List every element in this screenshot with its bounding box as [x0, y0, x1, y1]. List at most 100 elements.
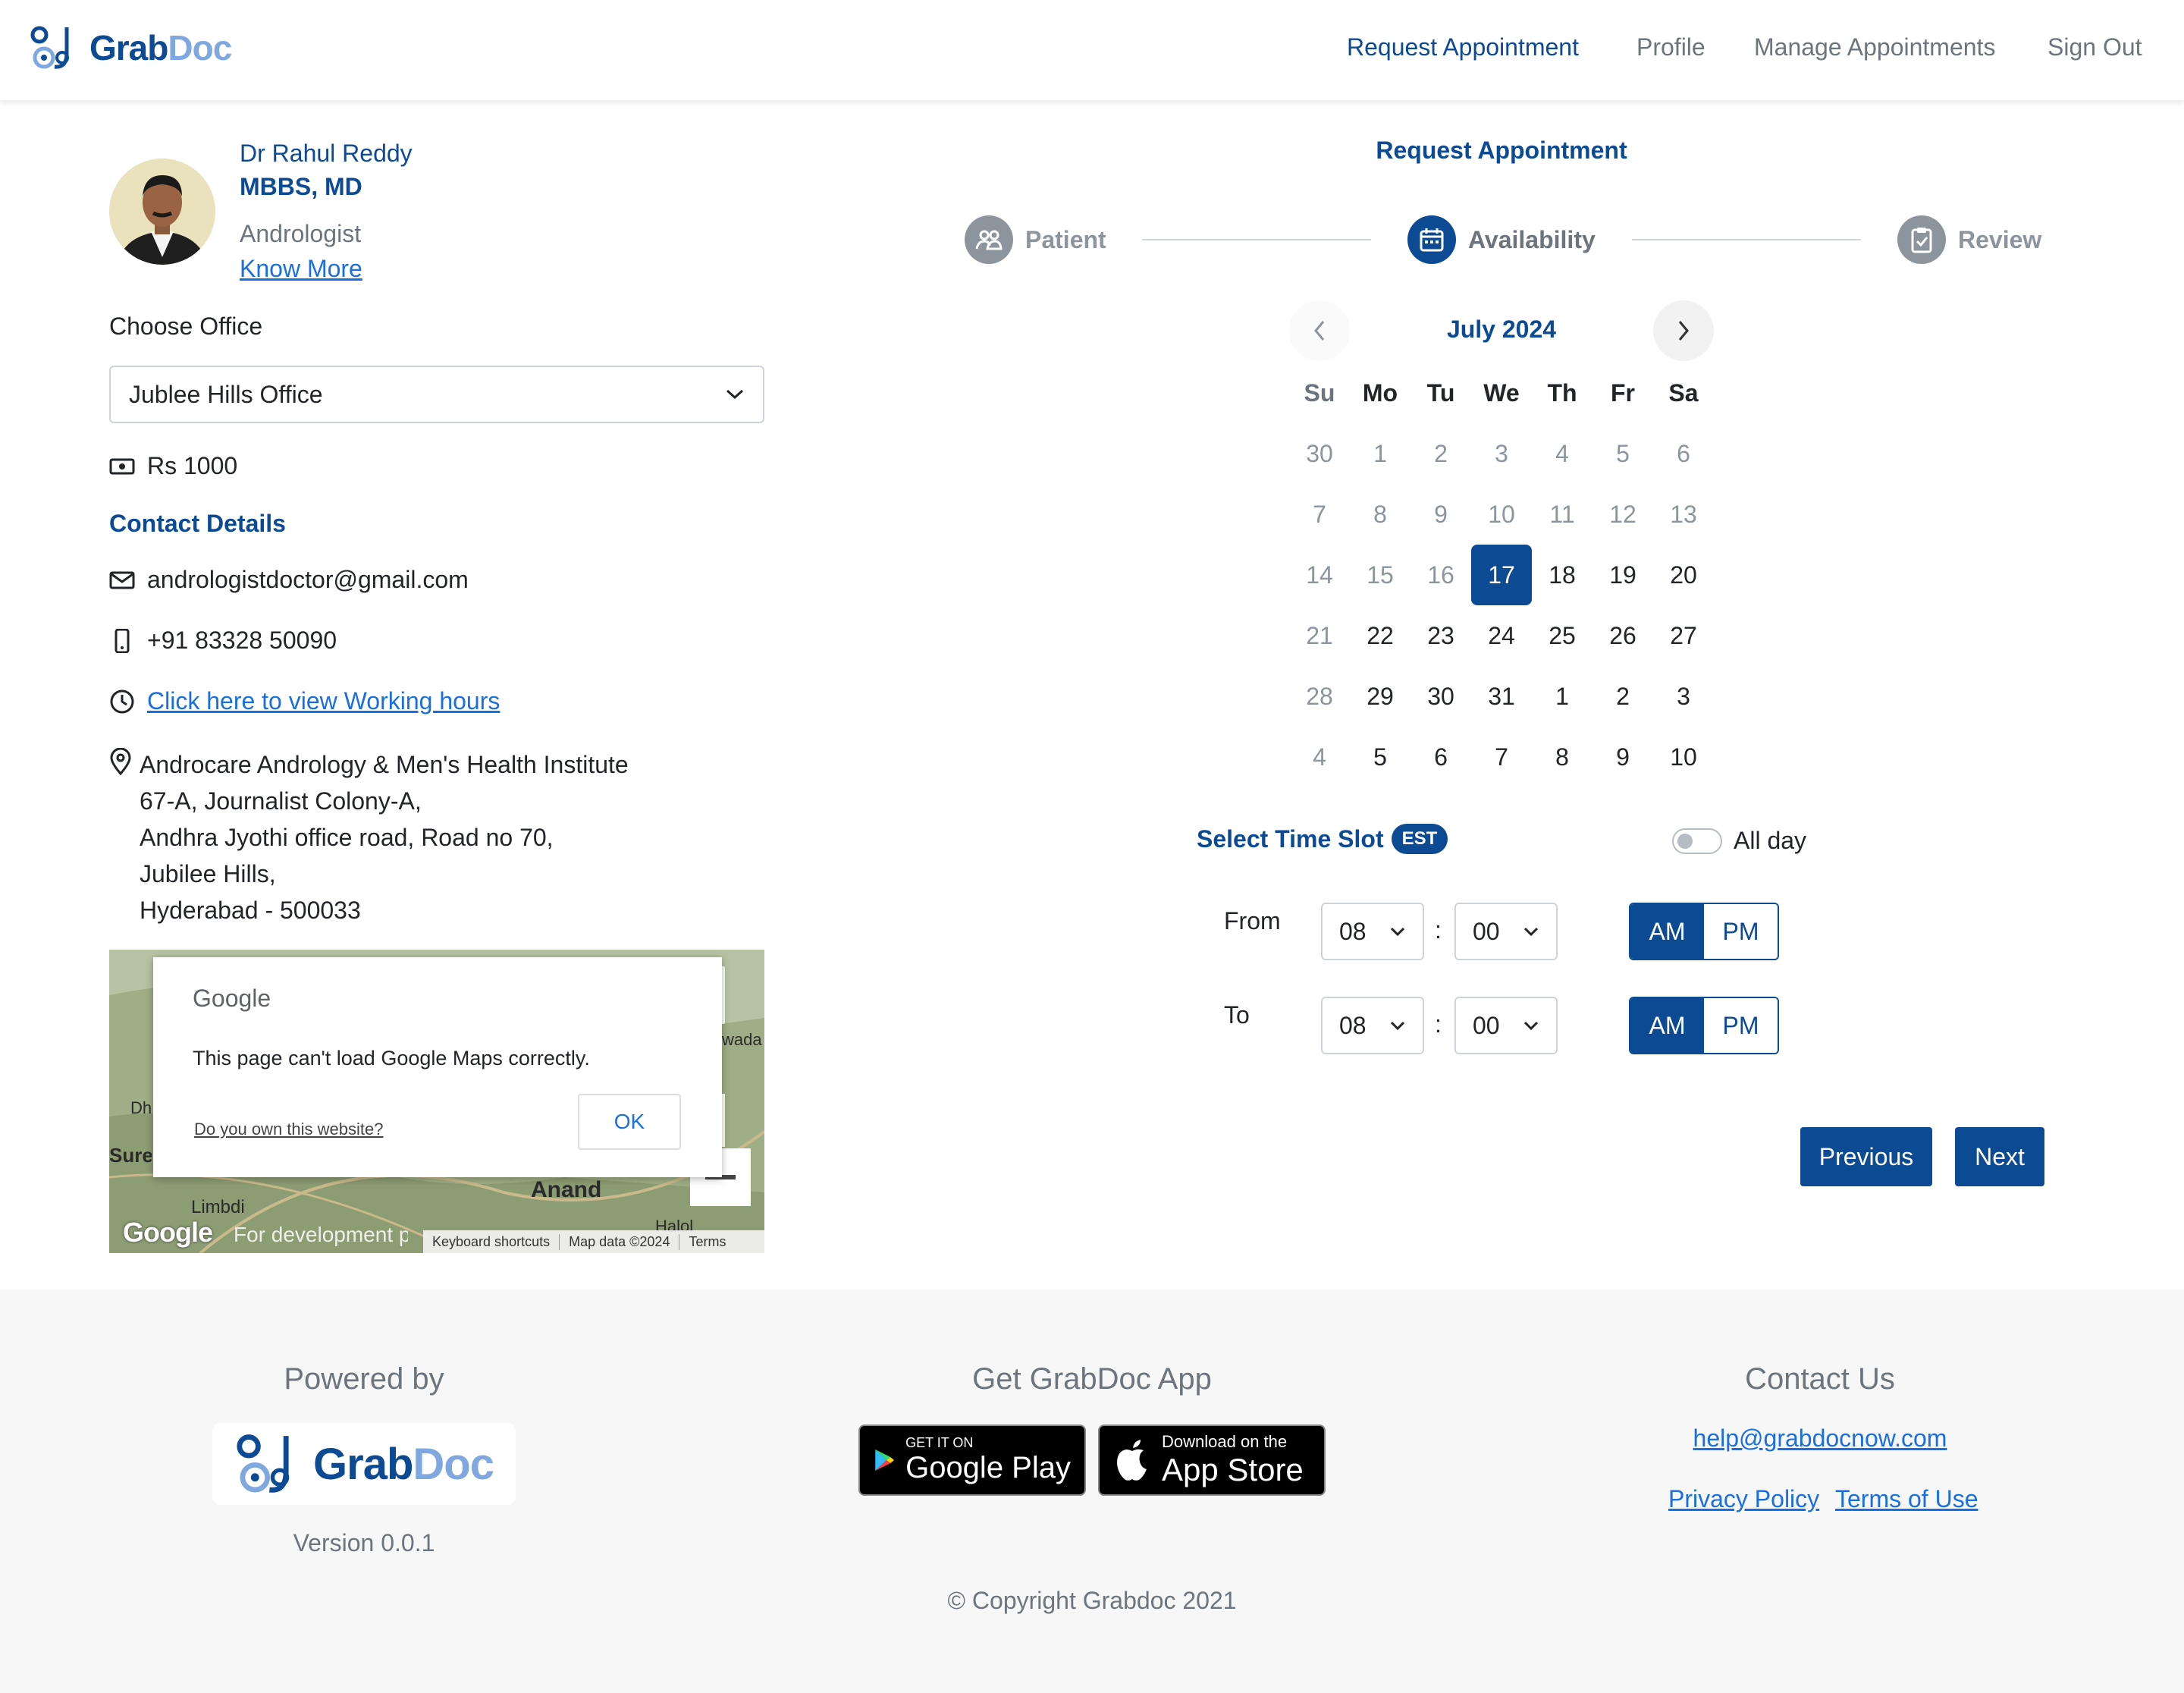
own-website-link[interactable]: Do you own this website?: [194, 1120, 383, 1139]
nav-request-appointment[interactable]: Request Appointment: [1347, 33, 1579, 61]
calendar-day-selected[interactable]: 17: [1471, 545, 1532, 605]
weekday-header: We: [1483, 378, 1520, 407]
from-pm-button[interactable]: PM: [1704, 904, 1778, 959]
calendar-day[interactable]: 3: [1653, 666, 1714, 727]
calendar-day: 8: [1373, 500, 1387, 528]
brand-part2: Doc: [413, 1439, 494, 1489]
working-hours-link[interactable]: Click here to view Working hours: [147, 687, 500, 715]
calendar-day[interactable]: 7: [1471, 727, 1532, 787]
calendar-day[interactable]: 1: [1532, 666, 1592, 727]
cash-icon: [109, 458, 135, 474]
to-hour-value: 08: [1339, 1011, 1367, 1039]
weekday-header: Su: [1304, 378, 1335, 407]
from-hour-select[interactable]: 08: [1321, 903, 1424, 960]
calendar-day: 16: [1427, 561, 1454, 589]
address-line: 67-A, Journalist Colony-A,: [140, 787, 422, 815]
calendar-day[interactable]: 30: [1410, 666, 1471, 727]
contact-details-heading: Contact Details: [109, 510, 286, 537]
doctor-phone: +91 83328 50090: [147, 627, 337, 654]
doctor-degree: MBBS, MD: [240, 173, 362, 200]
toggle-knob: [1677, 834, 1693, 849]
calendar-day: 5: [1616, 439, 1630, 467]
to-minute-select[interactable]: 00: [1454, 997, 1558, 1054]
know-more-link[interactable]: Know More: [240, 255, 362, 283]
calendar-day[interactable]: 6: [1410, 727, 1471, 787]
app-version: Version 0.0.1: [293, 1529, 435, 1556]
from-am-button[interactable]: AM: [1630, 904, 1704, 959]
calendar-day[interactable]: 18: [1532, 545, 1592, 605]
calendar-day[interactable]: 20: [1653, 545, 1714, 605]
weekday-header: Sa: [1668, 378, 1699, 407]
from-ampm-group: AM PM: [1629, 903, 1779, 960]
app-store-big: App Store: [1162, 1452, 1304, 1487]
previous-button[interactable]: Previous: [1800, 1127, 1932, 1186]
page: GrabDoc Request Appointment Profile Mana…: [0, 0, 2184, 1693]
calendar-day: 21: [1306, 621, 1333, 649]
users-icon: [975, 230, 1003, 250]
nav-manage-appointments[interactable]: Manage Appointments: [1754, 33, 1995, 61]
to-hour-select[interactable]: 08: [1321, 997, 1424, 1054]
choose-office-label: Choose Office: [109, 313, 263, 340]
get-app-heading: Get GrabDoc App: [972, 1362, 1212, 1396]
from-minute-value: 00: [1473, 917, 1500, 945]
calendar-day[interactable]: 19: [1592, 545, 1653, 605]
nav-profile[interactable]: Profile: [1636, 33, 1705, 61]
calendar-day[interactable]: 10: [1653, 727, 1714, 787]
map-place-label: Anand: [531, 1177, 602, 1202]
calendar-day[interactable]: 23: [1410, 605, 1471, 666]
terms-of-use-link[interactable]: Terms of Use: [1835, 1485, 1978, 1513]
calendar-day[interactable]: 31: [1471, 666, 1532, 727]
calendar-day[interactable]: 24: [1471, 605, 1532, 666]
calendar-day: 15: [1367, 561, 1394, 589]
calendar-day[interactable]: 27: [1653, 605, 1714, 666]
google-play-badge[interactable]: GET IT ON Google Play: [858, 1424, 1086, 1496]
nav-sign-out[interactable]: Sign Out: [2048, 33, 2142, 61]
map-dialog-ok-button[interactable]: OK: [578, 1094, 681, 1150]
doctor-name: Dr Rahul Reddy: [240, 140, 413, 167]
weekday-header: Fr: [1611, 378, 1635, 407]
calendar-day[interactable]: 26: [1592, 605, 1653, 666]
calendar-day[interactable]: 5: [1350, 727, 1410, 787]
calendar-day: 12: [1609, 500, 1636, 528]
timezone-badge: EST: [1391, 824, 1448, 854]
app-store-badge[interactable]: Download on the App Store: [1098, 1424, 1326, 1496]
footer-brand-logo[interactable]: GrabDoc: [212, 1423, 516, 1505]
weekday-header: Mo: [1362, 378, 1398, 407]
address-line: Androcare Andrology & Men's Health Insti…: [140, 751, 629, 778]
calendar-day: 4: [1555, 439, 1569, 467]
calendar-day[interactable]: 22: [1350, 605, 1410, 666]
next-button[interactable]: Next: [1955, 1127, 2044, 1186]
to-am-button[interactable]: AM: [1630, 998, 1704, 1053]
step-connector: [1632, 239, 1861, 240]
calendar-day[interactable]: 2: [1592, 666, 1653, 727]
brand-logo[interactable]: GrabDoc: [29, 23, 232, 73]
clipboard-check-icon: [1911, 228, 1932, 253]
all-day-toggle[interactable]: [1672, 828, 1722, 854]
support-email-link[interactable]: help@grabdocnow.com: [1668, 1424, 1972, 1453]
calendar-day[interactable]: 8: [1532, 727, 1592, 787]
from-hour-value: 08: [1339, 917, 1367, 945]
from-minute-select[interactable]: 00: [1454, 903, 1558, 960]
map-pin-icon: [110, 748, 131, 775]
chevron-down-icon: [726, 389, 744, 400]
office-select[interactable]: Jublee Hills Office: [109, 366, 764, 423]
map-terms-link[interactable]: Terms: [679, 1234, 735, 1250]
address-line: Andhra Jyothi office road, Road no 70,: [140, 824, 554, 851]
calendar-next-button[interactable]: [1653, 300, 1714, 361]
map-error-message: This page can't load Google Maps correct…: [193, 1047, 590, 1070]
time-separator: :: [1435, 1010, 1442, 1038]
privacy-policy-link[interactable]: Privacy Policy: [1668, 1485, 1819, 1513]
calendar-day[interactable]: 25: [1532, 605, 1592, 666]
calendar-prev-button[interactable]: [1289, 300, 1350, 361]
top-navbar: GrabDoc Request Appointment Profile Mana…: [0, 0, 2184, 100]
clinic-address: Androcare Andrology & Men's Health Insti…: [140, 746, 629, 928]
keyboard-shortcuts-link[interactable]: Keyboard shortcuts: [423, 1233, 560, 1250]
to-pm-button[interactable]: PM: [1704, 998, 1778, 1053]
calendar-day[interactable]: 9: [1592, 727, 1653, 787]
calendar-day[interactable]: 29: [1350, 666, 1410, 727]
address-line: Jubilee Hills,: [140, 860, 276, 887]
google-play-small: GET IT ON: [905, 1435, 974, 1450]
from-label: From: [1224, 907, 1281, 934]
google-map[interactable]: Anand Limbdi Surendranagar Dh wada Halol…: [109, 950, 764, 1253]
step-patient-circle: [965, 215, 1013, 264]
